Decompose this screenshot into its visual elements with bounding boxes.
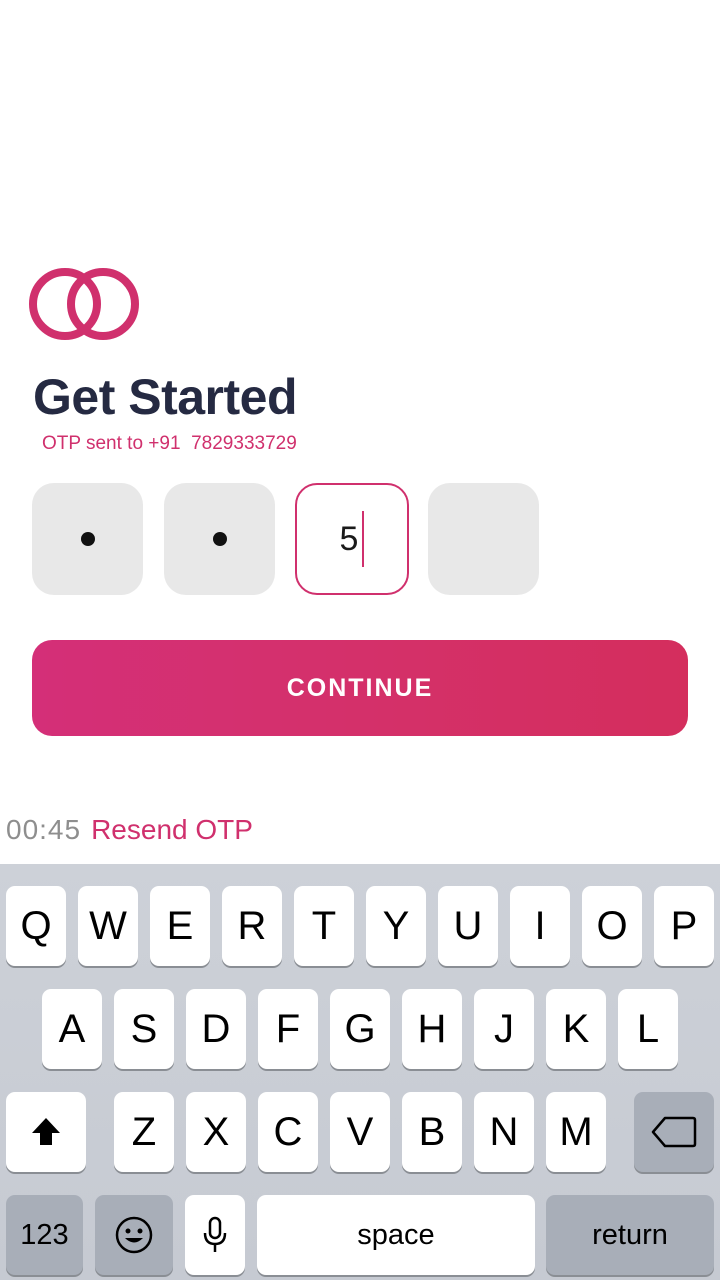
key-e[interactable]: E	[150, 886, 210, 966]
key-x[interactable]: X	[186, 1092, 246, 1172]
key-b[interactable]: B	[402, 1092, 462, 1172]
key-w[interactable]: W	[78, 886, 138, 966]
key-z[interactable]: Z	[114, 1092, 174, 1172]
continue-button[interactable]: CONTINUE	[32, 640, 688, 736]
key-c[interactable]: C	[258, 1092, 318, 1172]
shift-arrow-icon	[32, 1118, 60, 1145]
otp-box-2[interactable]	[164, 483, 275, 595]
key-f[interactable]: F	[258, 989, 318, 1069]
key-k[interactable]: K	[546, 989, 606, 1069]
space-key[interactable]: space	[257, 1195, 535, 1275]
resend-row: 00:45 Resend OTP	[6, 814, 253, 846]
resend-otp-link[interactable]: Resend OTP	[91, 814, 253, 845]
key-l[interactable]: L	[618, 989, 678, 1069]
key-j[interactable]: J	[474, 989, 534, 1069]
key-g[interactable]: G	[330, 989, 390, 1069]
logo-rings-icon	[29, 268, 139, 340]
text-cursor	[362, 511, 365, 567]
key-y[interactable]: Y	[366, 886, 426, 966]
key-h[interactable]: H	[402, 989, 462, 1069]
resend-timer: 00:45	[6, 814, 82, 845]
otp-box-4[interactable]	[428, 483, 539, 595]
phone-number: 7829333729	[191, 433, 297, 454]
shift-key[interactable]	[6, 1092, 86, 1172]
key-d[interactable]: D	[186, 989, 246, 1069]
masked-digit-dot	[80, 532, 95, 546]
on-screen-keyboard: Q W E R T Y U I O P A S D F G H J K L Z …	[0, 864, 720, 1280]
otp-digit-value: 5	[339, 519, 359, 558]
key-s[interactable]: S	[114, 989, 174, 1069]
key-a[interactable]: A	[42, 989, 102, 1069]
key-o[interactable]: O	[582, 886, 642, 966]
delete-key[interactable]	[634, 1092, 714, 1172]
microphone-key[interactable]	[185, 1195, 245, 1275]
key-m[interactable]: M	[546, 1092, 606, 1172]
key-t[interactable]: T	[294, 886, 354, 966]
page-title: Get Started	[33, 369, 298, 425]
key-n[interactable]: N	[474, 1092, 534, 1172]
masked-digit-dot	[212, 532, 227, 546]
key-q[interactable]: Q	[6, 886, 66, 966]
key-i[interactable]: I	[510, 886, 570, 966]
microphone-icon	[203, 1216, 227, 1252]
key-u[interactable]: U	[438, 886, 498, 966]
return-key[interactable]: return	[546, 1195, 714, 1275]
otp-box-3[interactable]: 5	[295, 483, 409, 595]
otp-sent-text: OTP sent to +91 7829333729	[42, 433, 297, 455]
key-r[interactable]: R	[222, 886, 282, 966]
key-p[interactable]: P	[654, 886, 714, 966]
numbers-key[interactable]: 123	[6, 1195, 83, 1275]
emoji-key[interactable]	[95, 1195, 173, 1275]
otp-sent-label: OTP sent to +91	[42, 433, 181, 454]
otp-box-1[interactable]	[32, 483, 143, 595]
backspace-icon	[651, 1116, 697, 1148]
key-v[interactable]: V	[330, 1092, 390, 1172]
emoji-face-icon	[115, 1216, 153, 1254]
